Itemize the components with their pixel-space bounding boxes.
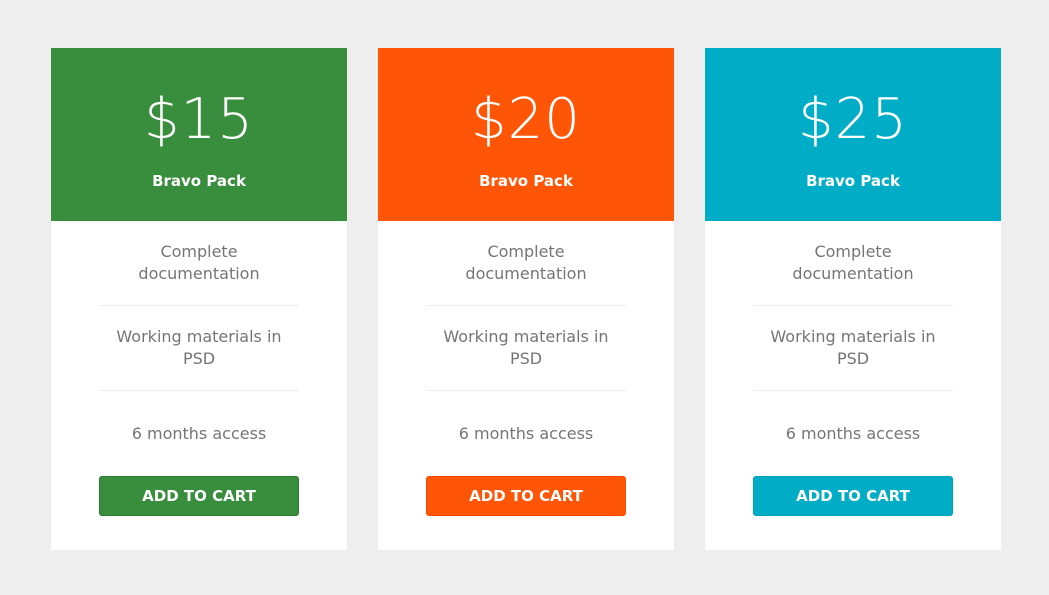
feature-item: Complete documentation: [753, 221, 953, 306]
card-header: $15 Bravo Pack: [51, 48, 347, 221]
feature-text: 6 months access: [458, 423, 594, 443]
feature-item: 6 months access: [99, 391, 299, 476]
feature-text: 6 months access: [131, 423, 267, 443]
plan-name: Bravo Pack: [152, 172, 246, 190]
cart-wrap: ADD TO CART: [51, 476, 347, 516]
feature-text: Working materials in PSD: [770, 327, 936, 368]
feature-text: Complete documentation: [792, 242, 914, 283]
plan-price: $15: [144, 87, 254, 152]
feature-item: Complete documentation: [99, 221, 299, 306]
plan-name: Bravo Pack: [479, 172, 573, 190]
pricing-card-20: $20 Bravo Pack Complete documentation Wo…: [378, 48, 674, 550]
plan-name: Bravo Pack: [806, 172, 900, 190]
plan-price: $25: [798, 87, 908, 152]
pricing-table: $15 Bravo Pack Complete documentation Wo…: [51, 48, 1001, 550]
feature-item: Complete documentation: [426, 221, 626, 306]
pricing-card-15: $15 Bravo Pack Complete documentation Wo…: [51, 48, 347, 550]
feature-text: 6 months access: [785, 423, 921, 443]
feature-text: Working materials in PSD: [443, 327, 609, 368]
add-to-cart-button[interactable]: ADD TO CART: [99, 476, 299, 516]
feature-item: 6 months access: [753, 391, 953, 476]
add-to-cart-button[interactable]: ADD TO CART: [753, 476, 953, 516]
feature-text: Complete documentation: [138, 242, 260, 283]
feature-item: 6 months access: [426, 391, 626, 476]
feature-item: Working materials in PSD: [426, 306, 626, 391]
plan-price: $20: [471, 87, 581, 152]
card-header: $20 Bravo Pack: [378, 48, 674, 221]
feature-list: Complete documentation Working materials…: [378, 221, 674, 476]
cart-wrap: ADD TO CART: [378, 476, 674, 516]
feature-list: Complete documentation Working materials…: [51, 221, 347, 476]
feature-text: Complete documentation: [465, 242, 587, 283]
feature-text: Working materials in PSD: [116, 327, 282, 368]
feature-item: Working materials in PSD: [99, 306, 299, 391]
cart-wrap: ADD TO CART: [705, 476, 1001, 516]
feature-list: Complete documentation Working materials…: [705, 221, 1001, 476]
add-to-cart-button[interactable]: ADD TO CART: [426, 476, 626, 516]
pricing-card-25: $25 Bravo Pack Complete documentation Wo…: [705, 48, 1001, 550]
feature-item: Working materials in PSD: [753, 306, 953, 391]
card-header: $25 Bravo Pack: [705, 48, 1001, 221]
